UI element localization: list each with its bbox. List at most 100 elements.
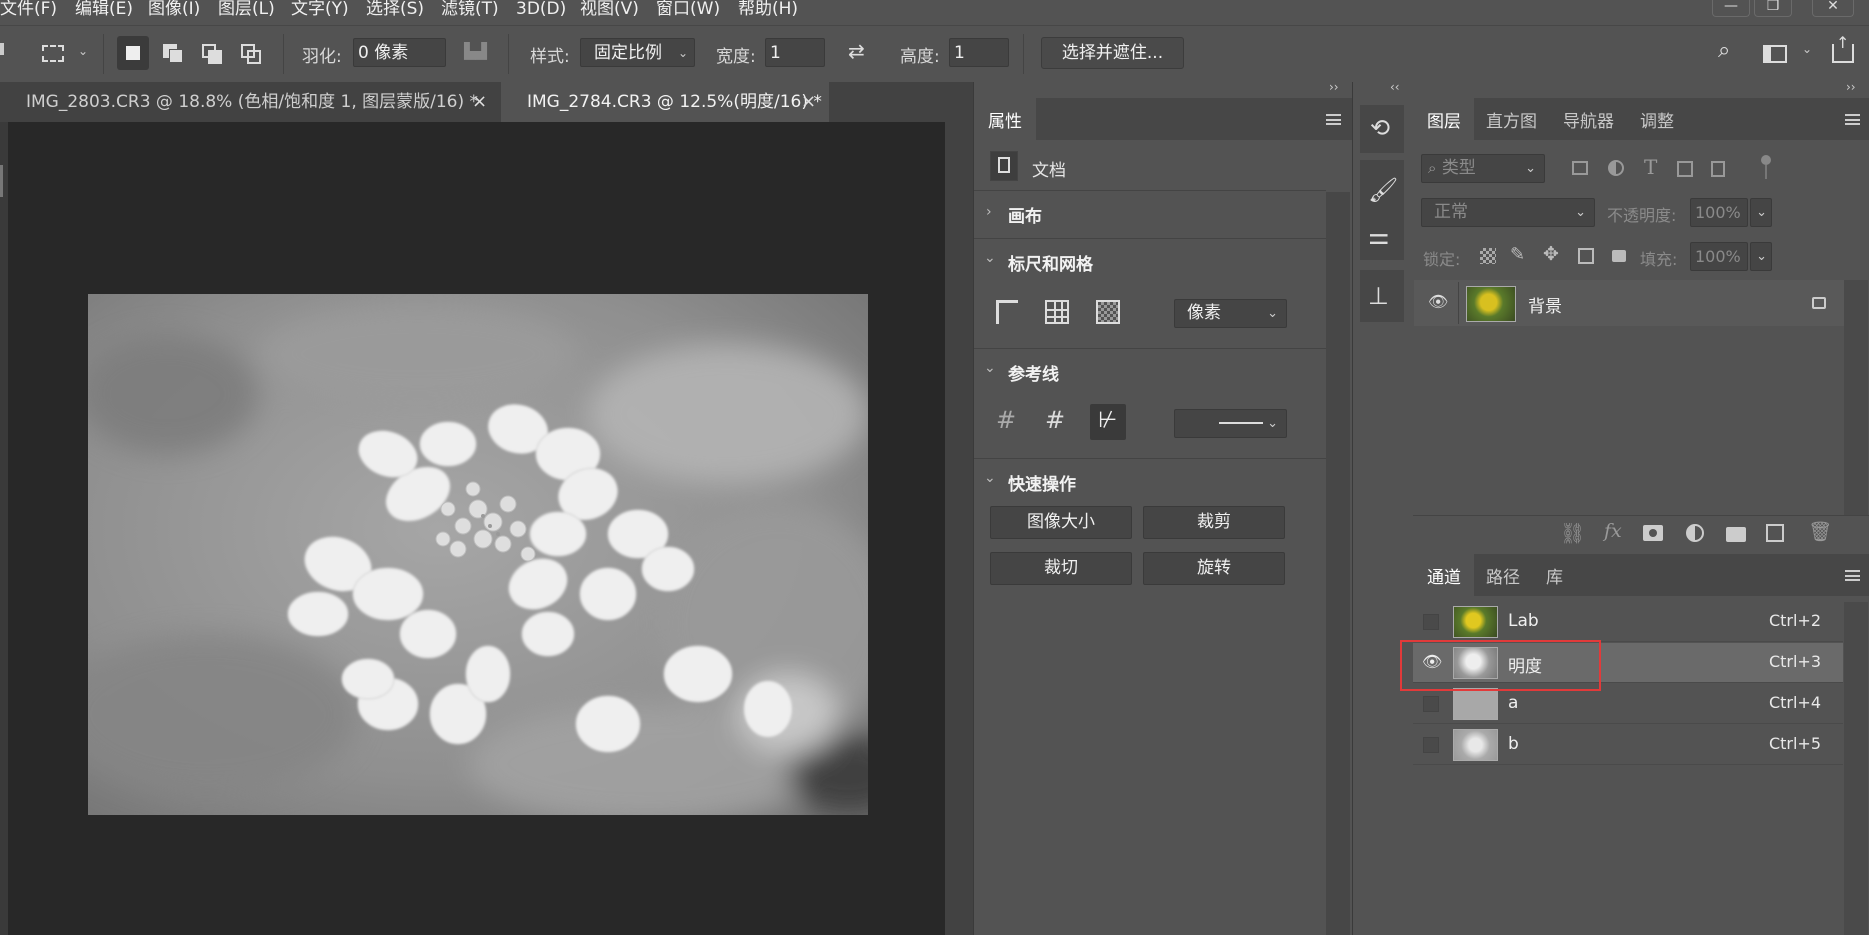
section-rulers-grid[interactable]: 标尺和网格 — [1008, 250, 1093, 275]
chevron-down-icon[interactable]: ⌄ — [984, 360, 996, 376]
close-window-button[interactable]: ✕ — [1812, 0, 1854, 17]
lock-guides-icon[interactable]: # — [1045, 406, 1065, 434]
visibility-toggle[interactable] — [1423, 696, 1439, 712]
menu-file[interactable]: 文件(F) — [0, 0, 57, 22]
section-quick-actions[interactable]: 快速操作 — [1008, 470, 1076, 495]
lock-all-icon[interactable] — [1612, 250, 1626, 262]
ruler-units-select[interactable]: 像素 ⌄ — [1174, 299, 1287, 328]
anti-alias-icon[interactable]: ▙▟ — [464, 42, 487, 60]
canvas-vertical-scrollbar[interactable] — [945, 122, 973, 935]
lock-pixels-icon[interactable]: ✎ — [1510, 244, 1525, 265]
history-icon[interactable]: ⟲ — [1370, 114, 1390, 142]
channel-row-lab[interactable]: Lab Ctrl+2 — [1413, 602, 1843, 642]
lock-artboard-icon[interactable] — [1578, 248, 1594, 264]
document-image[interactable] — [58, 294, 908, 824]
brush-presets-icon[interactable]: ⚌ — [1368, 222, 1390, 250]
layer-row-background[interactable]: 👁 背景 — [1414, 280, 1844, 326]
crop-button[interactable]: 裁剪 — [1143, 506, 1285, 539]
panel-menu-icon[interactable] — [1326, 114, 1341, 125]
tab-layers[interactable]: 图层 — [1413, 98, 1474, 140]
close-tab-icon[interactable]: × — [472, 82, 487, 122]
restore-button[interactable]: ❐ — [1754, 0, 1792, 17]
clone-source-icon[interactable]: ⊥ — [1368, 282, 1389, 310]
delete-layer-icon[interactable]: 🗑 — [1808, 520, 1832, 543]
minimize-button[interactable]: — — [1712, 0, 1750, 17]
lock-position-icon[interactable]: ✥ — [1543, 243, 1559, 265]
filter-smart-object-icon[interactable] — [1711, 161, 1725, 177]
expand-dock-icon[interactable]: ‹‹ — [1390, 80, 1400, 94]
guides-icon[interactable]: # — [996, 406, 1016, 434]
layers-scrollbar[interactable] — [1844, 280, 1868, 515]
eye-icon[interactable]: 👁 — [1428, 292, 1448, 311]
fill-dropdown[interactable]: ⌄ — [1750, 242, 1772, 271]
menu-help[interactable]: 帮助(H) — [738, 0, 798, 22]
close-tab-icon[interactable]: × — [801, 82, 816, 122]
menu-view[interactable]: 视图(V) — [580, 0, 639, 22]
layer-name[interactable]: 背景 — [1528, 292, 1562, 317]
chevron-down-icon[interactable]: ⌄ — [984, 470, 996, 486]
width-input[interactable]: 1 — [765, 38, 825, 67]
lock-transparent-icon[interactable] — [1480, 248, 1496, 264]
visibility-toggle[interactable] — [1423, 614, 1439, 630]
brush-settings-icon[interactable]: 🖌 — [1368, 176, 1398, 204]
style-select[interactable]: 固定比例 ⌄ — [580, 38, 695, 67]
visibility-toggle[interactable] — [1423, 737, 1439, 753]
menu-window[interactable]: 窗口(W) — [656, 0, 720, 22]
section-guides[interactable]: 参考线 — [1008, 360, 1059, 385]
menu-image[interactable]: 图像(I) — [148, 0, 200, 22]
collapse-panel-icon[interactable]: ›› — [1329, 80, 1339, 94]
fill-input[interactable]: 100% — [1690, 242, 1748, 271]
guide-style-select[interactable]: ⌄ — [1174, 409, 1287, 438]
image-size-button[interactable]: 图像大小 — [990, 506, 1132, 539]
menu-type[interactable]: 文字(Y) — [291, 0, 349, 22]
collapse-panel-icon[interactable]: ›› — [1846, 80, 1856, 94]
filter-type-icon[interactable]: T — [1644, 155, 1657, 179]
tab-libraries[interactable]: 库 — [1546, 563, 1563, 588]
smart-guides-button[interactable]: ⊬ — [1090, 404, 1126, 440]
menu-filter[interactable]: 滤镜(T) — [441, 0, 499, 22]
select-and-mask-button[interactable]: 选择并遮住... — [1041, 37, 1184, 69]
channels-scrollbar[interactable] — [1844, 602, 1868, 935]
height-input[interactable]: 1 — [949, 38, 1009, 67]
panel-menu-icon[interactable] — [1845, 114, 1860, 125]
pixel-grid-icon[interactable] — [1096, 300, 1120, 324]
filter-shape-icon[interactable] — [1677, 161, 1693, 177]
new-layer-icon[interactable] — [1766, 524, 1784, 542]
tab-adjustments[interactable]: 调整 — [1640, 107, 1674, 132]
section-canvas[interactable]: 画布 — [1008, 202, 1042, 227]
doc-tab-img-2784[interactable]: IMG_2784.CR3 @ 12.5%(明度/16) * × — [501, 82, 829, 122]
chevron-down-icon[interactable]: ⌄ — [984, 250, 996, 266]
grid-icon[interactable] — [1045, 300, 1069, 324]
link-layers-icon[interactable]: ⛓ — [1560, 521, 1585, 545]
panel-menu-icon[interactable] — [1845, 570, 1860, 581]
trim-button[interactable]: 裁切 — [990, 552, 1132, 585]
layer-filter-select[interactable]: ⌕ 类型 ⌄ — [1421, 154, 1545, 183]
tab-channels[interactable]: 通道 — [1413, 554, 1474, 596]
new-group-icon[interactable] — [1726, 527, 1746, 542]
fx-icon[interactable]: fx — [1604, 520, 1622, 542]
filter-pixel-icon[interactable] — [1572, 161, 1588, 175]
blend-mode-select[interactable]: 正常 ⌄ — [1421, 198, 1595, 227]
tab-navigator[interactable]: 导航器 — [1563, 107, 1614, 132]
menu-select[interactable]: 选择(S) — [366, 0, 424, 22]
chevron-down-icon[interactable]: ⌄ — [1802, 42, 1812, 56]
menu-3d[interactable]: 3D(D) — [516, 0, 566, 22]
marquee-tool-icon[interactable] — [42, 45, 64, 62]
tab-properties[interactable]: 属性 — [974, 98, 1036, 140]
menu-layer[interactable]: 图层(L) — [218, 0, 275, 22]
rotate-button[interactable]: 旋转 — [1143, 552, 1285, 585]
doc-tab-img-2803[interactable]: IMG_2803.CR3 @ 18.8% (色相/饱和度 1, 图层蒙版/16)… — [0, 82, 500, 122]
tab-histogram[interactable]: 直方图 — [1486, 107, 1537, 132]
tool-preset-edge-icon[interactable] — [0, 43, 4, 55]
properties-scrollbar[interactable] — [1326, 192, 1350, 935]
new-adjustment-icon[interactable] — [1686, 524, 1704, 542]
feather-input[interactable]: 0 像素 — [353, 38, 446, 67]
menu-edit[interactable]: 编辑(E) — [75, 0, 133, 22]
swap-icon[interactable]: ⇄ — [848, 39, 865, 63]
new-selection-button[interactable] — [117, 36, 149, 70]
opacity-dropdown[interactable]: ⌄ — [1750, 198, 1772, 227]
filter-toggle-icon[interactable] — [1761, 155, 1771, 165]
channel-row-b[interactable]: b Ctrl+5 — [1413, 725, 1843, 765]
chevron-right-icon[interactable]: › — [986, 204, 992, 220]
filter-adjustment-icon[interactable] — [1608, 160, 1624, 176]
